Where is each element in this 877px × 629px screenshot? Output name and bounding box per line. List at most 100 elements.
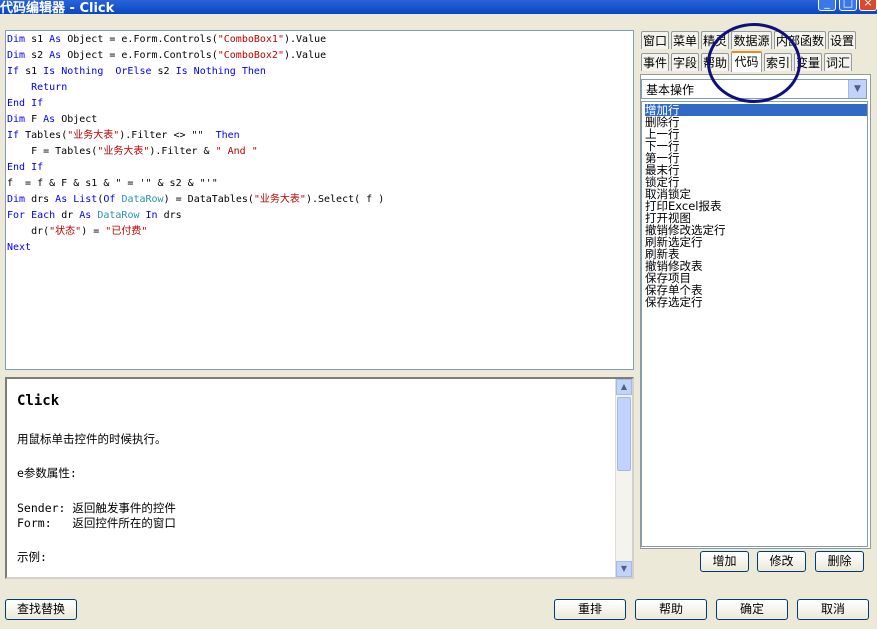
help-button[interactable]: 帮助 xyxy=(635,599,707,620)
help-panel: Click 用鼠标单击控件的时候执行。 e参数属性: Sender: 返回触发事… xyxy=(5,377,634,579)
code-line: End If xyxy=(7,97,43,111)
help-line: Sender: 返回触发事件的控件 xyxy=(17,501,176,515)
maximize-button[interactable]: □ xyxy=(839,0,857,11)
tab-builtin-functions[interactable]: 内部函数 xyxy=(774,31,826,49)
code-token: "业务大表" xyxy=(97,146,150,157)
edit-button[interactable]: 修改 xyxy=(757,551,806,572)
code-token: Return xyxy=(31,82,68,93)
code-token: ) = xyxy=(81,226,106,237)
help-scrollbar[interactable]: ▲ ▼ xyxy=(615,379,632,577)
cancel-button[interactable]: 取消 xyxy=(797,599,869,620)
code-token: Of xyxy=(103,194,116,205)
code-token: ).Filter <> "" xyxy=(119,130,216,141)
code-editor[interactable]: Dim s1 As Object = e.Form.Controls("Comb… xyxy=(5,30,634,370)
window-title: 代码编辑器 - Click xyxy=(0,1,115,16)
code-line: For Each dr As DataRow In drs xyxy=(7,209,182,223)
code-token: f = f & F & s1 & " = '" & s2 & "'" xyxy=(7,178,218,189)
code-line: Dim F As Object xyxy=(7,113,97,127)
tab-help[interactable]: 帮助 xyxy=(701,53,729,71)
rearrange-button[interactable]: 重排 xyxy=(554,599,626,620)
add-button[interactable]: 增加 xyxy=(700,551,749,572)
code-token: Then xyxy=(215,130,240,141)
tab-variables[interactable]: 变量 xyxy=(794,53,822,71)
help-title: Click xyxy=(17,393,60,409)
operation-list[interactable]: 增加行 删除行 上一行 下一行 第一行 最末行 锁定行 取消锁定 打印Excel报表 打开视图 撤销… xyxy=(641,101,868,547)
code-token: ).Filter & xyxy=(149,146,216,157)
code-token: "状态" xyxy=(49,226,82,237)
code-line: Return xyxy=(7,81,67,95)
scroll-up-arrow-icon[interactable]: ▲ xyxy=(616,379,632,395)
code-line: If s1 Is Nothing OrElse s2 Is Nothing Th… xyxy=(7,65,266,79)
code-token: Object xyxy=(55,114,98,125)
code-line: Dim drs As List(Of DataRow) = DataTables… xyxy=(7,193,384,207)
code-token: Dim xyxy=(7,34,26,45)
code-line: Dim s1 As Object = e.Form.Controls("Comb… xyxy=(7,33,326,47)
help-line: 示例: xyxy=(17,550,47,564)
scroll-thumb[interactable] xyxy=(617,397,631,471)
code-token: Is Nothing OrElse xyxy=(43,66,152,77)
code-token: Next xyxy=(7,242,32,253)
ok-button[interactable]: 确定 xyxy=(716,599,788,620)
tab-wizard[interactable]: 精灵 xyxy=(701,31,729,49)
code-token: DataRow xyxy=(121,194,164,205)
code-token: "业务大表" xyxy=(253,194,306,205)
code-token: drs xyxy=(157,210,182,221)
category-select-value: 基本操作 xyxy=(646,83,695,97)
code-token: Dim xyxy=(7,114,26,125)
code-token: Object = e.Form.Controls( xyxy=(61,34,218,45)
tab-vocabulary[interactable]: 词汇 xyxy=(824,53,852,71)
code-token: "ComboBox1" xyxy=(217,34,284,45)
code-token: "ComboBox2" xyxy=(217,50,284,61)
code-token: In xyxy=(145,210,158,221)
code-token: Dim xyxy=(7,194,26,205)
code-token: If xyxy=(7,66,20,77)
code-token: If xyxy=(7,130,20,141)
tab-fields[interactable]: 字段 xyxy=(671,53,699,71)
help-line: e参数属性: xyxy=(17,466,77,480)
chevron-down-icon[interactable]: ▼ xyxy=(848,80,866,98)
code-token: drs xyxy=(25,194,56,205)
code-line: dr("状态") = "已付费" xyxy=(7,225,147,239)
code-token: Object = e.Form.Controls( xyxy=(61,50,218,61)
tab-index[interactable]: 索引 xyxy=(764,53,792,71)
code-token: F xyxy=(25,114,44,125)
code-token: dr( xyxy=(7,226,50,237)
close-button[interactable]: × xyxy=(859,0,877,11)
operation-list-item[interactable]: 保存选定行 xyxy=(645,296,867,308)
code-token: ) = DataTables( xyxy=(163,194,254,205)
code-token: As xyxy=(43,114,56,125)
code-token: As xyxy=(79,210,92,221)
code-token: s1 xyxy=(19,66,44,77)
code-token: ).Value xyxy=(283,34,327,45)
code-token: As xyxy=(49,50,62,61)
code-token: "已付费" xyxy=(105,226,148,237)
code-token: dr xyxy=(55,210,80,221)
find-replace-button[interactable]: 查找替换 xyxy=(5,599,77,620)
tab-code[interactable]: 代码 xyxy=(731,51,762,72)
tab-menu[interactable]: 菜单 xyxy=(671,31,699,49)
tab-settings[interactable]: 设置 xyxy=(828,31,856,49)
code-token: Dim xyxy=(7,50,26,61)
delete-button[interactable]: 删除 xyxy=(815,551,864,572)
tab-window[interactable]: 窗口 xyxy=(641,31,669,49)
code-line: f = f & F & s1 & " = '" & s2 & "'" xyxy=(7,177,218,191)
code-token: s2 xyxy=(151,66,176,77)
category-select[interactable]: 基本操作 ▼ xyxy=(641,79,867,99)
minimize-button[interactable]: _ xyxy=(818,0,836,11)
code-token: Is Nothing Then xyxy=(175,66,266,77)
code-line: F = Tables("业务大表").Filter & " And " xyxy=(7,145,258,159)
code-token: End If xyxy=(7,98,44,109)
code-token: s1 xyxy=(25,34,50,45)
tab-datasource[interactable]: 数据源 xyxy=(731,31,772,49)
scroll-down-arrow-icon[interactable]: ▼ xyxy=(616,561,632,577)
tab-events[interactable]: 事件 xyxy=(641,53,669,71)
code-line: End If xyxy=(7,161,43,175)
code-token: " And " xyxy=(215,146,258,157)
help-line: Form: 返回控件所在的窗口 xyxy=(17,516,176,530)
code-line: Next xyxy=(7,241,31,255)
code-token: ).Value xyxy=(283,50,327,61)
code-token: DataRow xyxy=(97,210,140,221)
code-token: s2 xyxy=(25,50,50,61)
help-line: 用鼠标单击控件的时候执行。 xyxy=(17,432,167,446)
